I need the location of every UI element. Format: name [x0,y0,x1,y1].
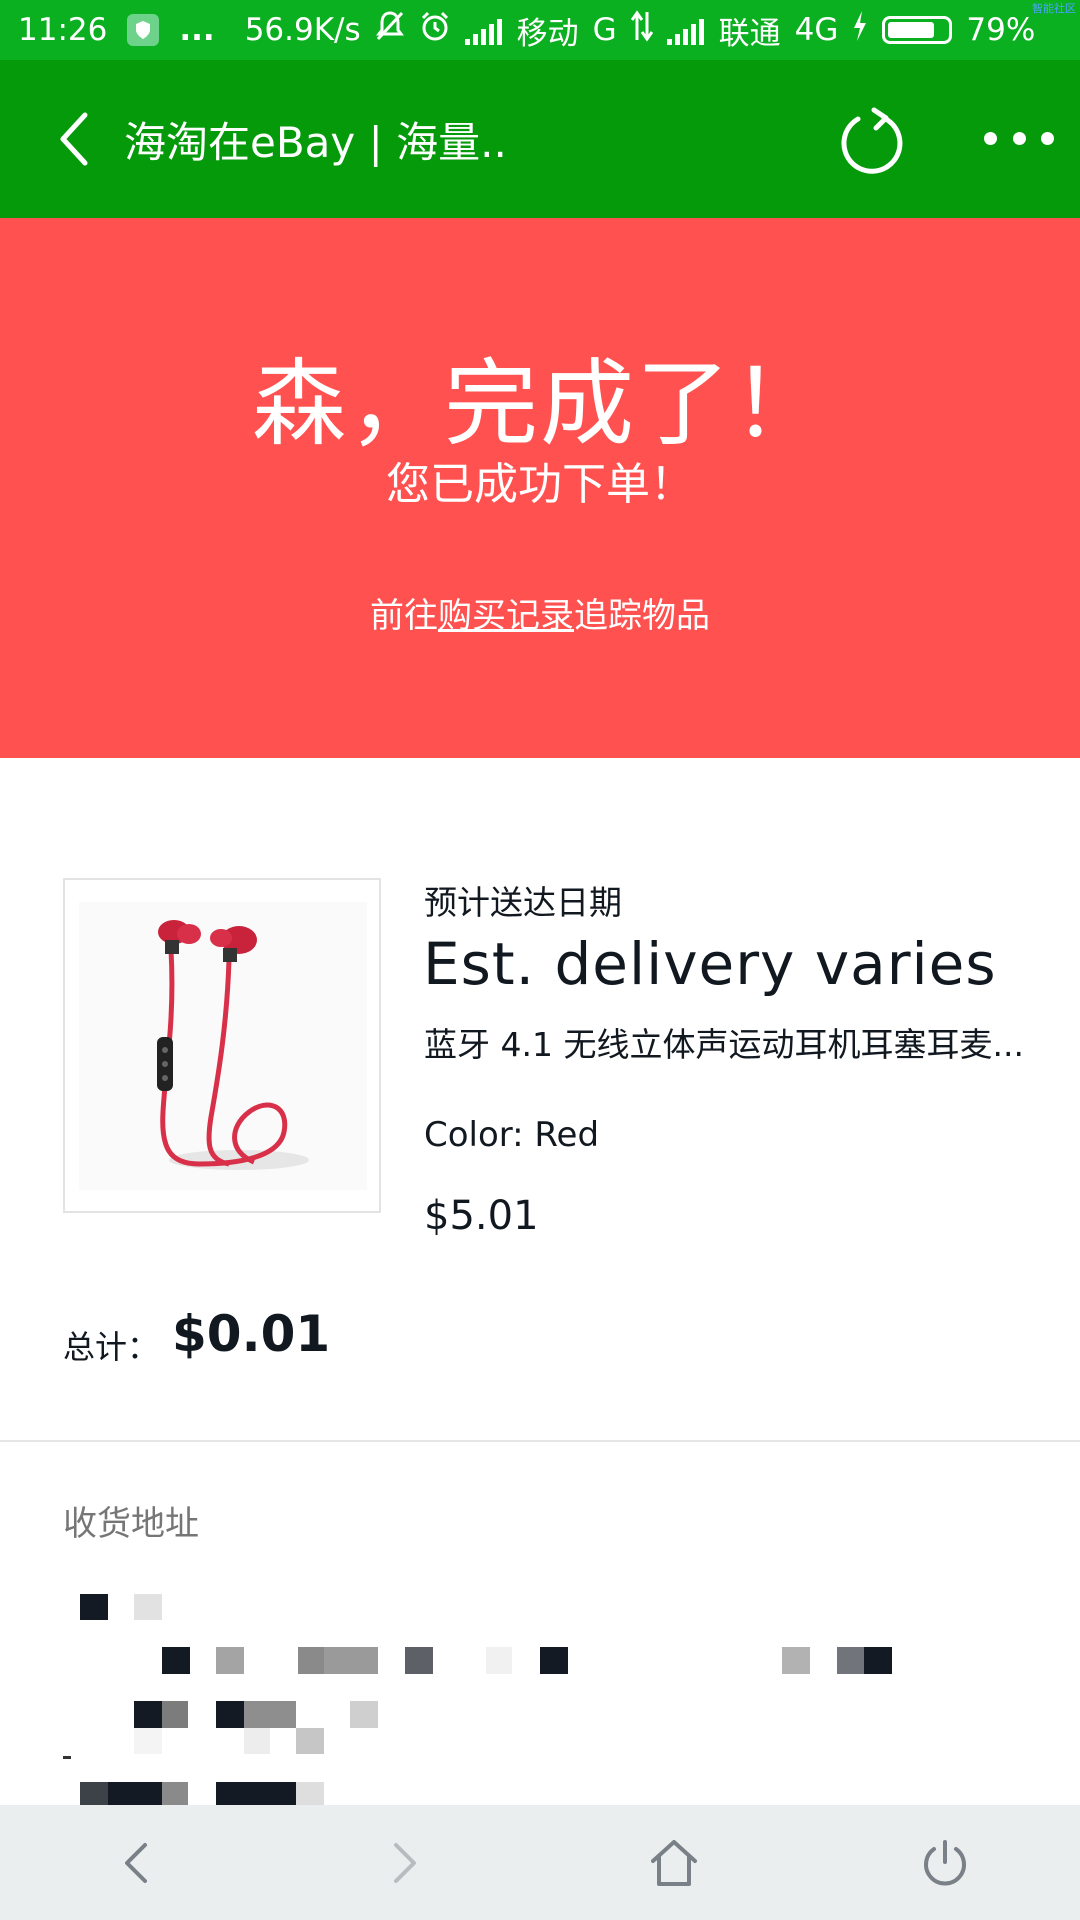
more-dots-icon [984,131,997,145]
purchase-history-link[interactable]: 购买记录 [438,596,574,636]
delivery-estimate: Est. delivery varies [423,930,997,998]
banner-subtitle: 您已成功下单！ [386,459,694,510]
reload-icon [841,107,903,174]
nav-forward-icon [394,1843,416,1883]
signal-icon [464,17,503,45]
corner-tag: 智能社区 [1032,2,1076,15]
product-image[interactable] [63,878,381,1213]
battery-fill [888,22,935,38]
status-time: 11:26 [18,12,108,48]
section-divider [0,1440,1080,1442]
track-suffix: 追踪物品 [574,596,710,636]
home-icon [651,1840,697,1886]
product-color: Color: Red [424,1115,600,1155]
more-dots-icon [1012,131,1026,145]
product-title[interactable]: 蓝牙 4.1 无线立体声运动耳机耳塞耳麦... [424,1022,1024,1068]
nav-back-icon [125,1843,147,1883]
nav-power-button[interactable] [915,1833,975,1893]
delivery-label: 预计送达日期 [424,883,622,922]
total-label: 总计： [63,1328,160,1366]
battery-icon [882,16,953,44]
title-bar: 海淘在eBay | 海量.. [0,60,1080,218]
chevron-left-icon [60,112,88,166]
carrier-1-net: G [592,12,617,48]
order-confirmation-banner: 森，完成了！ 您已成功下单！ 前往购买记录追踪物品 [0,218,1080,758]
shipping-address-label: 收货地址 [63,1504,199,1544]
more-button[interactable] [984,118,1054,158]
nav-back-button[interactable] [106,1833,166,1893]
page-title: 海淘在eBay | 海量.. [124,117,507,167]
earphones-image [79,902,367,1190]
banner-headline: 森，完成了！ [251,350,828,459]
alarm-icon [419,10,451,50]
power-icon [924,1840,966,1886]
address-dash [63,1756,71,1759]
net-speed: 56.9K/s [244,12,361,48]
carrier-2-net: 4G [794,12,839,48]
nav-forward-button[interactable] [375,1833,435,1893]
status-bar: 11:26 ... 56.9K/s 移动 G 联通 4G 79% 智能社区 [0,0,1080,60]
nav-home-button[interactable] [644,1833,704,1893]
reload-button[interactable] [836,106,908,178]
charging-icon [852,11,868,49]
carrier-1: 移动 [516,15,579,52]
more-dots-icon [1041,131,1054,145]
status-more: ... [179,12,215,48]
battery-percent: 79% [966,12,1036,48]
carrier-2: 联通 [718,15,781,52]
shield-icon [127,14,160,46]
back-button[interactable] [44,109,104,169]
mute-icon [375,10,405,50]
total-value: $0.01 [172,1305,331,1363]
signal-icon-2 [666,17,705,45]
track-prefix: 前往 [370,596,438,636]
data-transfer-icon [630,10,653,50]
bottom-nav-bar [0,1805,1080,1920]
track-order-line: 前往购买记录追踪物品 [0,588,1080,637]
product-price: $5.01 [424,1193,539,1239]
